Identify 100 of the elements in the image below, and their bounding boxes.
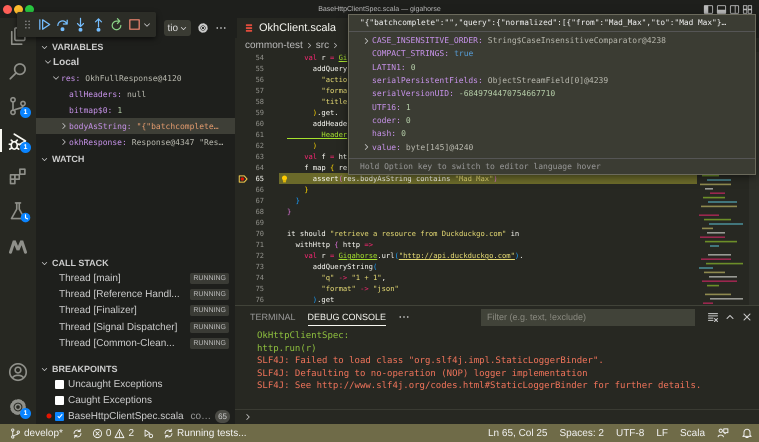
active-indicator: [0, 129, 2, 152]
secondary-sidebar-icon[interactable]: [729, 4, 740, 14]
debug-launch-icon[interactable]: [143, 428, 154, 438]
clock-icon: [20, 212, 31, 223]
variable-value: OkhFullResponse@4120: [85, 74, 182, 82]
variable-row[interactable]: bitmap$0: 1: [36, 102, 235, 118]
variable-row[interactable]: okhResponse: Response@4347 "Res…: [36, 134, 235, 150]
warning-icon: [114, 428, 126, 438]
field-name: COMPACT_STRINGS:: [372, 49, 450, 58]
thread-name[interactable]: Thread [main]: [59, 272, 121, 284]
source-control-icon[interactable]: [8, 96, 28, 116]
field-name: UTF16:: [372, 102, 401, 112]
console-line: http.run(r): [257, 342, 318, 355]
field-name: value:: [372, 142, 401, 152]
variable-name: res:: [61, 74, 80, 82]
breakpoint-label[interactable]: Caught Exceptions: [68, 394, 152, 406]
customize-layout-icon[interactable]: [742, 4, 753, 14]
field-value: 0: [410, 62, 416, 72]
lightbulb-icon[interactable]: [280, 174, 289, 183]
field-name: serialPersistentFields:: [372, 76, 483, 86]
panel-layout-icon[interactable]: [716, 4, 727, 14]
continue-icon[interactable]: [37, 17, 52, 32]
breakpoint-arrow-icon[interactable]: [238, 174, 248, 184]
checkbox[interactable]: [55, 412, 64, 420]
breakpoint-label[interactable]: Uncaught Exceptions: [68, 378, 163, 390]
console-line: OkHttpClientSpec:: [257, 330, 350, 342]
sync-icon[interactable]: [72, 428, 83, 438]
extensions-icon[interactable]: [8, 166, 28, 186]
field-name: coder:: [372, 116, 401, 125]
thread-name[interactable]: Thread [Reference Handl...: [59, 289, 180, 300]
clear-console-icon[interactable]: [707, 311, 719, 323]
console-line: SLF4J: Defaulting to no-operation (NOP) logger implementation: [257, 368, 589, 380]
settings-icon[interactable]: [8, 396, 28, 416]
section-header[interactable]: CALL STACK: [36, 256, 235, 270]
variable-row[interactable]: res: OkhFullResponse@4120: [36, 70, 235, 86]
field-value: String$CaseInsensitiveComparator@4238: [488, 36, 666, 46]
problems-status[interactable]: 0 2: [92, 428, 134, 438]
variable-value: null: [126, 90, 146, 98]
panel-tab[interactable]: DEBUG CONSOLE: [308, 308, 386, 326]
feedback-icon[interactable]: [717, 427, 729, 439]
field-value: -6849794470754667710: [458, 89, 556, 98]
field-name: CASE_INSENSITIVE_ORDER:: [372, 36, 483, 46]
status-item[interactable]: Scala: [680, 428, 705, 438]
file-icon: [244, 23, 254, 33]
status-item[interactable]: Spaces: 2: [559, 428, 604, 438]
field-name: hash:: [372, 129, 396, 138]
status-item[interactable]: Ln 65, Col 25: [488, 428, 548, 438]
settings-icon[interactable]: [197, 22, 209, 34]
section-header[interactable]: VARIABLES: [36, 40, 235, 54]
variable-row[interactable]: Local: [36, 54, 235, 70]
variable-row[interactable]: bodyAsString: "{"batchcomplete…: [36, 118, 235, 134]
sidebar-layout-icon[interactable]: [703, 4, 714, 14]
breadcrumb-item[interactable]: src: [316, 40, 330, 50]
variable-value: Response@4347 "Res…: [132, 138, 224, 146]
line-number-badge: 65: [215, 410, 230, 422]
section-header[interactable]: WATCH: [36, 152, 235, 166]
account-icon[interactable]: [8, 362, 28, 382]
run-config-dropdown[interactable]: tio: [164, 20, 191, 36]
variable-row[interactable]: allHeaders: null: [36, 86, 235, 102]
progress-status[interactable]: Running tests...: [163, 428, 247, 438]
close-icon[interactable]: [741, 311, 753, 323]
variable-name: bodyAsString:: [69, 122, 132, 130]
checkbox[interactable]: [55, 396, 64, 404]
step-over-icon[interactable]: [55, 17, 70, 32]
field-value: ObjectStreamField[0]@4239: [488, 76, 608, 86]
checkbox[interactable]: [55, 380, 64, 388]
field-name: serialVersionUID:: [372, 89, 454, 98]
console-line: SLF4J: Failed to load class "org.slf4j.impl.StaticLoggerBinder".: [257, 355, 605, 368]
run-debug-icon[interactable]: [8, 130, 28, 150]
editor-tab[interactable]: OkhClient.scala: [237, 18, 348, 38]
branch-status[interactable]: develop*: [10, 428, 63, 438]
hover-hint: Hold Option key to switch to editor language hover: [349, 158, 755, 174]
console-line: SLF4J: See http://www.slf4j.org/codes.html#StaticLoggerBinder for further details.: [257, 380, 702, 392]
variable-value: "{"batchcomplete…: [136, 122, 219, 130]
scope-label: Local: [53, 56, 80, 68]
field-value: 0: [401, 129, 406, 138]
close-window-button[interactable]: [3, 4, 12, 14]
bell-icon[interactable]: [741, 427, 753, 439]
status-item[interactable]: UTF-8: [616, 428, 644, 438]
field-value: byte[145]@4240: [406, 142, 474, 152]
variable-name: allHeaders:: [69, 90, 122, 98]
thread-name[interactable]: Thread [Common-Clean...: [59, 338, 175, 350]
breakpoint-label[interactable]: BaseHttpClientSpec.scala: [68, 410, 184, 422]
breakpoint-icon: [45, 412, 53, 420]
section-header[interactable]: BREAKPOINTS: [36, 362, 235, 376]
thread-name[interactable]: Thread [Signal Dispatcher]: [59, 322, 178, 333]
field-value: true: [454, 49, 474, 58]
status-item[interactable]: LF: [656, 428, 668, 438]
minimize-window-button[interactable]: [14, 4, 23, 14]
field-value: 0: [406, 116, 411, 125]
filter-field[interactable]: Filter (e.g. text, !exclude): [481, 308, 695, 326]
restart-icon[interactable]: [109, 17, 124, 32]
breadcrumb-item[interactable]: common-test: [245, 40, 303, 50]
field-name: LATIN1:: [372, 62, 406, 72]
thread-name[interactable]: Thread [Finalizer]: [59, 305, 137, 316]
stop-icon[interactable]: [127, 17, 142, 32]
search-icon[interactable]: [8, 60, 28, 80]
panel-tab[interactable]: TERMINAL: [250, 308, 296, 326]
branch-icon: [10, 428, 21, 438]
variable-value: 1: [117, 106, 122, 114]
